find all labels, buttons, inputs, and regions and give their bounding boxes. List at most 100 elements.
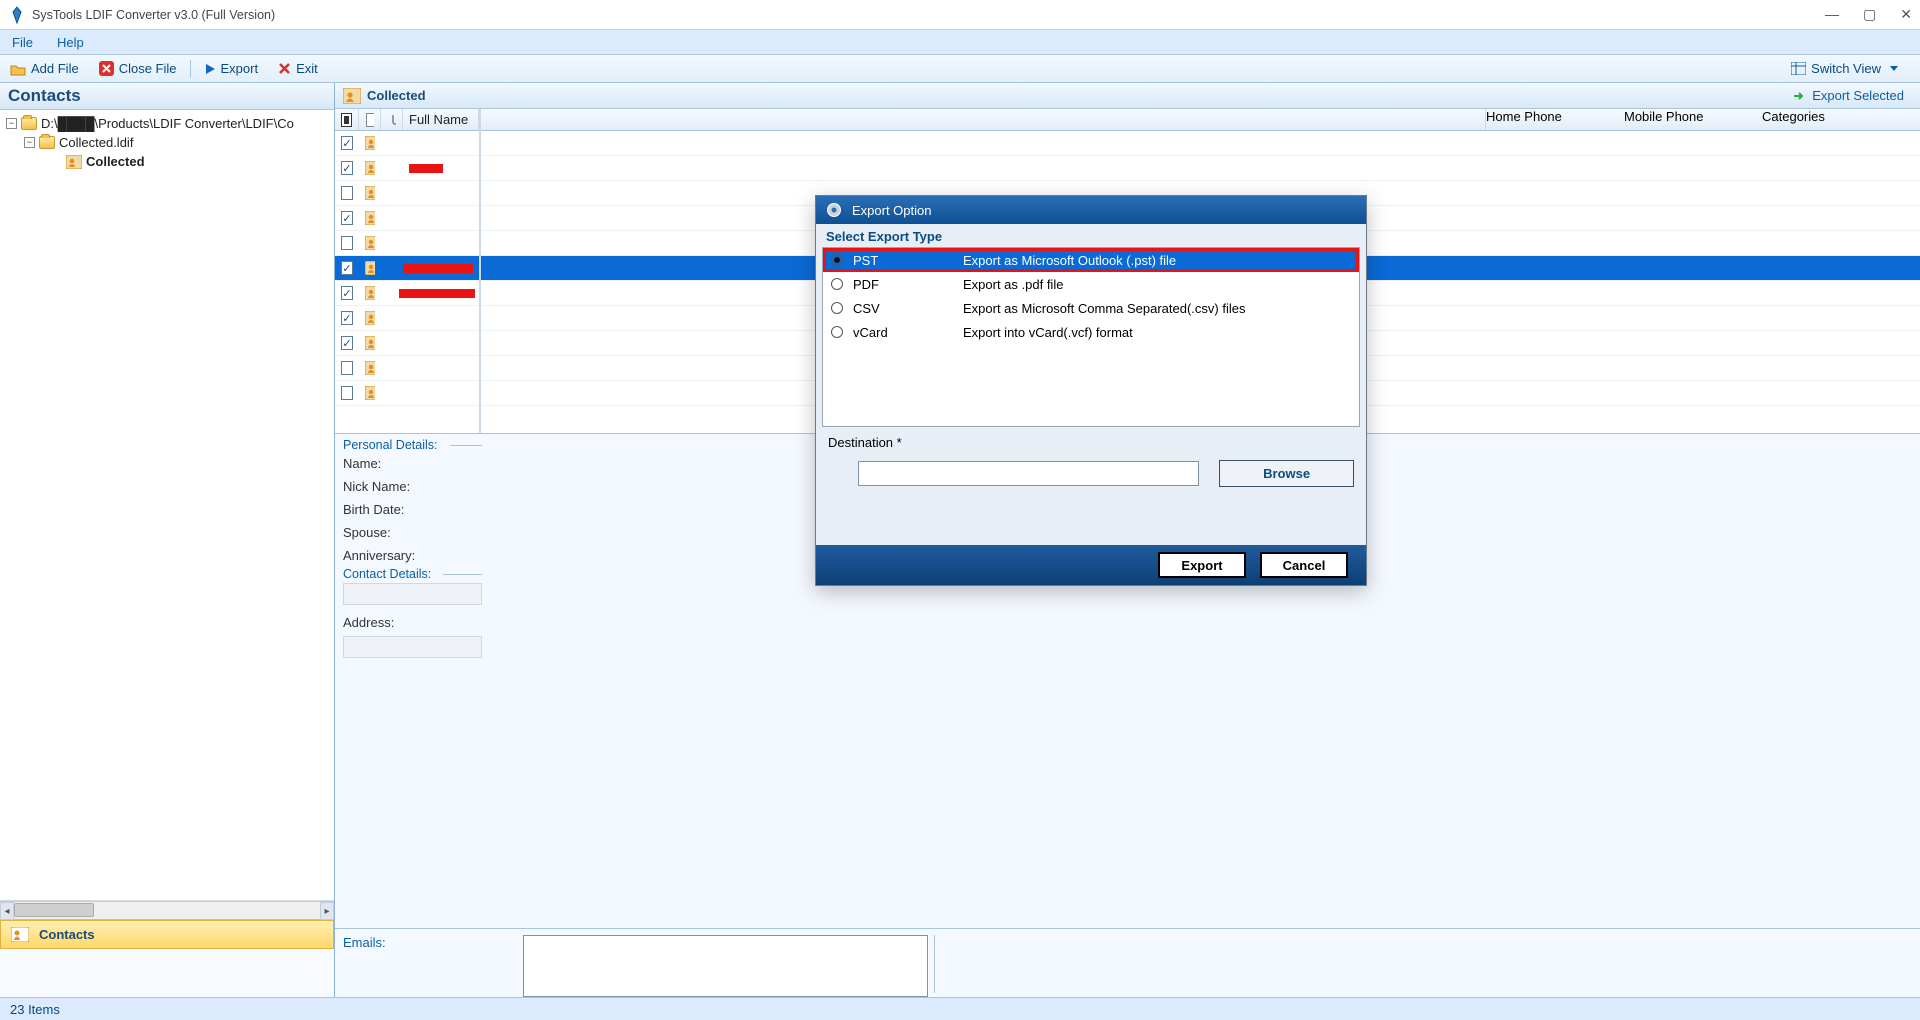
menu-file[interactable]: File: [0, 35, 45, 50]
table-row[interactable]: [335, 181, 479, 206]
redacted-text: [403, 264, 473, 273]
destination-label: Destination: [828, 435, 893, 450]
scroll-thumb[interactable]: [14, 903, 94, 917]
center-title: Collected: [367, 88, 426, 103]
header-checkbox[interactable]: [341, 113, 352, 127]
cancel-button[interactable]: Cancel: [1260, 552, 1348, 578]
folder-tree[interactable]: − D:\████\Products\LDIF Converter\LDIF\C…: [0, 110, 334, 901]
col-check[interactable]: [335, 109, 359, 130]
col-homephone[interactable]: Home Phone: [1486, 109, 1624, 130]
close-button[interactable]: ✕: [1900, 6, 1912, 23]
scroll-right-icon[interactable]: ▸: [320, 902, 334, 920]
field-address: Address:: [343, 611, 482, 634]
layout-icon: [1791, 62, 1806, 75]
export-selected-button[interactable]: Export Selected: [1784, 88, 1912, 103]
tree-file[interactable]: − Collected.ldif: [6, 133, 328, 152]
table-row[interactable]: [335, 306, 479, 331]
row-checkbox[interactable]: [341, 361, 353, 375]
col-fullname[interactable]: Full Name: [403, 109, 479, 130]
field-spouse: Spouse:: [343, 521, 482, 544]
row-checkbox[interactable]: [341, 286, 353, 300]
export-option-desc: Export as Microsoft Comma Separated(.csv…: [963, 301, 1245, 316]
collapse-icon[interactable]: −: [24, 137, 35, 148]
table-row[interactable]: [335, 281, 479, 306]
export-type-list: PSTExport as Microsoft Outlook (.pst) fi…: [822, 247, 1360, 427]
v-scroll-header: [1902, 109, 1920, 130]
contact-card-icon: [359, 386, 381, 400]
col-categories[interactable]: Categories: [1762, 109, 1902, 130]
close-file-button[interactable]: Close File: [89, 55, 187, 82]
table-row[interactable]: [335, 356, 479, 381]
table-row[interactable]: [335, 131, 479, 156]
required-asterisk: *: [897, 435, 902, 450]
radio-icon[interactable]: [831, 254, 843, 266]
row-checkbox[interactable]: [341, 136, 353, 150]
table-row[interactable]: [335, 256, 479, 281]
radio-icon[interactable]: [831, 302, 843, 314]
titlebar: SysTools LDIF Converter v3.0 (Full Versi…: [0, 0, 1920, 30]
personal-details-title: Personal Details:: [343, 438, 482, 452]
row-checkbox[interactable]: [341, 186, 353, 200]
column-headers-right: Home Phone Mobile Phone Categories: [481, 109, 1920, 131]
add-file-button[interactable]: Add File: [0, 55, 89, 82]
export-button[interactable]: Export: [194, 55, 269, 82]
table-row[interactable]: [481, 131, 1920, 156]
export-confirm-button[interactable]: Export: [1158, 552, 1246, 578]
row-checkbox[interactable]: [341, 236, 353, 250]
export-option-desc: Export into vCard(.vcf) format: [963, 325, 1133, 340]
row-checkbox[interactable]: [341, 386, 353, 400]
field-birth: Birth Date:: [343, 498, 482, 521]
redacted-text: [399, 289, 475, 298]
row-checkbox[interactable]: [341, 161, 353, 175]
v-separator: [934, 935, 935, 993]
contact-card-icon: [359, 361, 381, 375]
contacts-tab[interactable]: Contacts: [0, 920, 334, 949]
tree-root[interactable]: − D:\████\Products\LDIF Converter\LDIF\C…: [6, 114, 328, 133]
maximize-button[interactable]: ▢: [1863, 6, 1876, 23]
contacts-header: Contacts: [0, 83, 334, 110]
status-items: 23 Items: [10, 1002, 60, 1017]
contacts-icon: [343, 88, 361, 104]
contact-card-icon: [359, 161, 381, 175]
contact-card-icon: [359, 261, 381, 275]
destination-input[interactable]: [858, 461, 1199, 486]
contacts-card-icon: [11, 927, 29, 942]
exit-button[interactable]: Exit: [268, 55, 328, 82]
radio-icon[interactable]: [831, 278, 843, 290]
table-row[interactable]: [335, 331, 479, 356]
export-option-pdf[interactable]: PDFExport as .pdf file: [823, 272, 1359, 296]
table-row[interactable]: [335, 206, 479, 231]
scroll-left-icon[interactable]: ◂: [0, 902, 14, 920]
toolbar-separator: [190, 60, 191, 78]
tree-collected[interactable]: Collected: [6, 152, 328, 171]
toolbar: Add File Close File Export Exit Switch V…: [0, 55, 1920, 83]
table-row[interactable]: [335, 381, 479, 406]
export-option-vcard[interactable]: vCardExport into vCard(.vcf) format: [823, 320, 1359, 344]
table-row[interactable]: [481, 156, 1920, 181]
folder-icon: [21, 117, 37, 130]
col-mobilephone[interactable]: Mobile Phone: [1624, 109, 1762, 130]
export-option-pst[interactable]: PSTExport as Microsoft Outlook (.pst) fi…: [823, 248, 1359, 272]
minimize-button[interactable]: —: [1825, 6, 1839, 23]
tree-h-scrollbar[interactable]: ◂ ▸: [0, 901, 334, 919]
row-checkbox[interactable]: [341, 336, 353, 350]
row-checkbox[interactable]: [341, 311, 353, 325]
collapse-icon[interactable]: −: [6, 118, 17, 129]
grid-rows: [335, 131, 479, 406]
menu-help[interactable]: Help: [45, 35, 96, 50]
table-row[interactable]: [335, 156, 479, 181]
column-headers: Full Name: [335, 109, 479, 131]
dialog-titlebar[interactable]: Export Option: [816, 196, 1366, 224]
row-checkbox[interactable]: [341, 211, 353, 225]
export-option-name: PST: [853, 253, 963, 268]
contact-card-icon: [359, 311, 381, 325]
select-export-type-label: Select Export Type: [816, 224, 1366, 247]
table-row[interactable]: [335, 231, 479, 256]
export-option-csv[interactable]: CSVExport as Microsoft Comma Separated(.…: [823, 296, 1359, 320]
emails-label: Emails:: [343, 935, 523, 997]
row-checkbox[interactable]: [341, 261, 353, 275]
switch-view-button[interactable]: Switch View: [1781, 61, 1908, 76]
radio-icon[interactable]: [831, 326, 843, 338]
field-anniv: Anniversary:: [343, 544, 482, 567]
browse-button[interactable]: Browse: [1219, 460, 1354, 487]
